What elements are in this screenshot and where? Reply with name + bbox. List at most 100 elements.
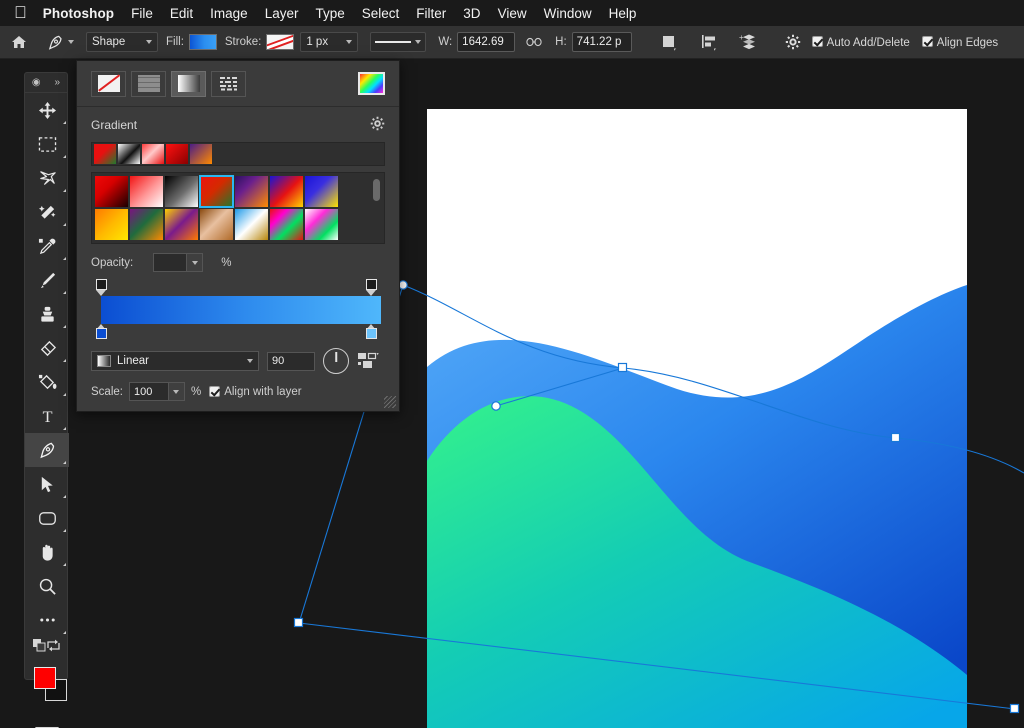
- preset-red-transparent[interactable]: [130, 176, 163, 207]
- recent-swatch-1[interactable]: [94, 144, 116, 164]
- gear-icon[interactable]: [780, 31, 806, 53]
- foreground-color-well[interactable]: [34, 667, 56, 689]
- sidebar-item-move-tool[interactable]: [25, 93, 69, 127]
- color-stop-right[interactable]: [366, 328, 377, 339]
- preset-copper[interactable]: [200, 209, 233, 240]
- sidebar-item-type-tool[interactable]: T: [25, 399, 69, 433]
- scale-stepper-chevron-down-icon[interactable]: [168, 382, 185, 401]
- gradient-editor-bar[interactable]: [91, 278, 385, 340]
- resize-grip-icon[interactable]: [384, 396, 396, 408]
- default-colors-icon[interactable]: [33, 639, 46, 657]
- sidebar-item-lasso-tool[interactable]: [25, 161, 69, 195]
- menu-item-select[interactable]: Select: [362, 6, 400, 21]
- gradient-method-icon[interactable]: [357, 352, 379, 370]
- sidebar-item-zoom-tool[interactable]: [25, 569, 69, 603]
- preset-spectrum[interactable]: [270, 209, 303, 240]
- tool-flyout-indicator: [63, 257, 66, 260]
- menu-item-3d[interactable]: 3D: [463, 6, 480, 21]
- preset-blue-yellow[interactable]: [305, 176, 338, 207]
- menu-item-window[interactable]: Window: [544, 6, 592, 21]
- stroke-style-select[interactable]: [370, 32, 427, 52]
- align-edges-checkbox[interactable]: Align Edges: [921, 35, 998, 49]
- collapse-panel-icon[interactable]: ◉: [32, 77, 41, 88]
- preset-red-green[interactable]: [199, 175, 234, 208]
- gradient-fill-panel[interactable]: Gradient Opacity: % Linear 90 Scale: 100…: [76, 60, 400, 412]
- app-name-photoshop[interactable]: Photoshop: [43, 6, 114, 21]
- artboard[interactable]: [427, 109, 967, 728]
- gradient-type-select[interactable]: Linear: [91, 351, 259, 371]
- sidebar-item-paint-bucket-tool[interactable]: [25, 365, 69, 399]
- checkbox-checked-icon: [209, 386, 221, 397]
- menu-item-file[interactable]: File: [131, 6, 153, 21]
- recent-gradients-row[interactable]: [91, 142, 385, 166]
- color-stop-left[interactable]: [96, 328, 107, 339]
- color-picker-icon[interactable]: [358, 72, 385, 95]
- sidebar-item-quick-selection-tool[interactable]: [25, 195, 69, 229]
- gear-icon[interactable]: [370, 116, 385, 134]
- sidebar-item-quick-mask[interactable]: [25, 717, 69, 728]
- swap-colors-icon[interactable]: [47, 639, 60, 657]
- path-alignment-icon[interactable]: [696, 31, 722, 53]
- auto-add-delete-checkbox[interactable]: Auto Add/Delete: [811, 35, 910, 49]
- recent-swatch-4[interactable]: [166, 144, 188, 164]
- align-with-layer-checkbox[interactable]: Align with layer: [209, 386, 302, 398]
- menu-item-edit[interactable]: Edit: [170, 6, 193, 21]
- sidebar-item-path-selection-tool[interactable]: [25, 467, 69, 501]
- home-icon[interactable]: [0, 34, 38, 50]
- stroke-swatch[interactable]: [266, 34, 295, 50]
- double-chevron-right-icon[interactable]: »: [55, 77, 61, 88]
- preset-orange-yellow[interactable]: [95, 209, 128, 240]
- link-chain-icon[interactable]: [521, 31, 547, 53]
- stroke-width-select[interactable]: 1 px: [300, 32, 359, 52]
- no-fill-mode-button[interactable]: [91, 70, 126, 97]
- sidebar-item-clone-stamp-tool[interactable]: [25, 297, 69, 331]
- sidebar-item-eraser-tool[interactable]: [25, 331, 69, 365]
- menu-item-help[interactable]: Help: [609, 6, 637, 21]
- path-arrangement-icon[interactable]: +: [736, 31, 762, 53]
- preset-violet-orange[interactable]: [235, 176, 268, 207]
- recent-swatch-5[interactable]: [190, 144, 212, 164]
- sidebar-item-eyedropper-tool[interactable]: [25, 229, 69, 263]
- preset-transparent-rainbow[interactable]: [305, 209, 338, 240]
- opacity-stop-right[interactable]: [366, 279, 377, 290]
- opacity-input[interactable]: [153, 253, 188, 272]
- menu-item-type[interactable]: Type: [315, 6, 344, 21]
- angle-dial[interactable]: [323, 348, 349, 374]
- pattern-mode-button[interactable]: [211, 70, 246, 97]
- menu-item-layer[interactable]: Layer: [265, 6, 299, 21]
- preset-blue-red-yellow[interactable]: [270, 176, 303, 207]
- width-input[interactable]: 1642.69: [457, 32, 516, 52]
- menu-item-image[interactable]: Image: [210, 6, 248, 21]
- sidebar-item-brush-tool[interactable]: [25, 263, 69, 297]
- fill-swatch[interactable]: [188, 34, 217, 50]
- sidebar-item-hand-tool[interactable]: [25, 535, 69, 569]
- solid-color-mode-button[interactable]: [131, 70, 166, 97]
- sidebar-item-shape-tool[interactable]: [25, 501, 69, 535]
- menu-item-filter[interactable]: Filter: [416, 6, 446, 21]
- gradient-mode-button[interactable]: [171, 70, 206, 97]
- apple-logo-icon[interactable]: : [14, 4, 27, 21]
- tool-mode-select[interactable]: Shape: [86, 32, 158, 52]
- opacity-stepper-chevron-down-icon[interactable]: [187, 253, 204, 272]
- path-operations-icon[interactable]: [656, 31, 682, 53]
- gradient-preview-bar[interactable]: [101, 296, 381, 324]
- recent-swatch-2[interactable]: [118, 144, 140, 164]
- preset-red-black[interactable]: [95, 176, 128, 207]
- sidebar-item-pen-tool[interactable]: [25, 433, 69, 467]
- height-input[interactable]: 741.22 p: [571, 32, 632, 52]
- preset-yellow-violet-orange[interactable]: [165, 209, 198, 240]
- scale-input[interactable]: 100: [128, 382, 169, 401]
- sidebar-item-marquee-tool[interactable]: [25, 127, 69, 161]
- active-tool-pen-icon[interactable]: [38, 34, 82, 51]
- recent-swatch-3[interactable]: [142, 144, 164, 164]
- preset-violet-green-orange[interactable]: [130, 209, 163, 240]
- menu-item-view[interactable]: View: [498, 6, 527, 21]
- preset-chrome[interactable]: [235, 209, 268, 240]
- sidebar-item-edit-toolbar[interactable]: [25, 603, 69, 637]
- preset-black-white[interactable]: [165, 176, 198, 207]
- gradient-angle-input[interactable]: 90: [267, 351, 315, 371]
- gradient-presets[interactable]: [91, 172, 385, 244]
- chevron-down-icon[interactable]: [67, 40, 74, 44]
- vertical-scrollbar[interactable]: [368, 173, 384, 243]
- opacity-stop-left[interactable]: [96, 279, 107, 290]
